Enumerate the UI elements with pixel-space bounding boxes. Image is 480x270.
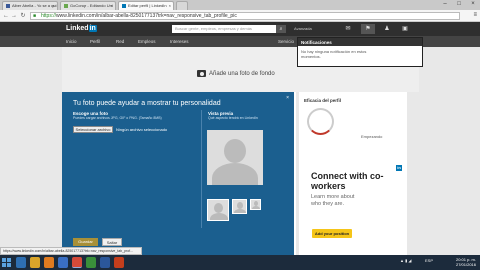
tab-label: GoConqr - Editando Uni <box>70 3 113 8</box>
camera-icon <box>197 70 206 77</box>
forward-icon[interactable]: → <box>10 12 18 20</box>
photo-modal: Tu foto puede ayudar a mostrar tu person… <box>62 92 294 257</box>
browser-tab-1[interactable]: Alber Abella - Yo se a qui × <box>2 1 58 10</box>
app-icon[interactable] <box>58 257 68 268</box>
browser-tab-2[interactable]: GoConqr - Editando Uni × <box>60 1 116 10</box>
notifications-flag-icon[interactable]: ⚑ <box>361 24 375 34</box>
save-button[interactable]: Guardar <box>73 238 98 246</box>
placeholder-head <box>237 202 243 209</box>
ad-card: in Connect with co-workers Learn more ab… <box>299 162 407 259</box>
placeholder-body <box>212 163 258 185</box>
linkedin-header: Linkedin Buscar gente, empleos, empresas… <box>0 22 480 36</box>
notifications-header: Notificaciones <box>298 38 422 46</box>
chrome-icon[interactable] <box>72 257 82 268</box>
add-cover-button[interactable]: Añade una foto de fondo <box>197 70 275 77</box>
nav-perfil[interactable]: Perfil <box>90 39 100 44</box>
url-text: www.linkedin.com/in/albar-abella-8250177… <box>56 13 237 19</box>
placeholder-body <box>252 206 260 209</box>
messages-icon[interactable]: ✉ <box>341 24 355 34</box>
placeholder-body <box>210 213 228 220</box>
new-tab-button[interactable] <box>176 1 188 10</box>
url-scheme: https:// <box>41 13 57 19</box>
language-indicator[interactable]: ESP <box>425 258 433 263</box>
minimize-icon[interactable]: – <box>438 0 452 8</box>
add-cover-label: Añade una foto de fondo <box>209 71 275 78</box>
strength-gauge <box>307 108 334 135</box>
browser-tabbar: Alber Abella - Yo se a qui × GoConqr - Ed… <box>0 0 480 10</box>
close-icon[interactable]: × <box>286 95 289 101</box>
close-window-icon[interactable]: × <box>466 0 480 8</box>
nav-intereses[interactable]: Intereses <box>170 39 189 44</box>
linkedin-icon <box>122 3 126 8</box>
back-icon[interactable]: ← <box>2 12 10 20</box>
add-connection-icon[interactable]: ♟ <box>380 24 394 34</box>
photo-preview-small <box>232 199 247 214</box>
notifications-dropdown: Notificaciones No hay ninguna notificaci… <box>297 37 423 67</box>
search-icon[interactable]: ⌕ <box>276 25 286 33</box>
address-toolbar: ← → ↻ ■ https://www.linkedin.com/in/albar… <box>0 10 480 22</box>
close-icon[interactable]: × <box>53 3 55 8</box>
placeholder-head <box>214 203 223 213</box>
taskbar: ▲ ▮ ◢ ESP 20:01 p. m. 27/01/2016 <box>0 255 480 270</box>
profile-strength-label: Eficacia del perfil <box>304 98 342 103</box>
avatar[interactable]: ▣ <box>398 24 412 34</box>
modal-title: Tu foto puede ayudar a mostrar tu person… <box>73 100 221 107</box>
lock-icon: ■ <box>33 13 37 19</box>
strength-level: Empezando <box>361 134 383 139</box>
search-input[interactable]: Buscar gente, empleos, empresas y demás <box>172 25 276 33</box>
ad-body: Learn more about who they are. <box>311 194 355 207</box>
close-icon[interactable]: × <box>169 3 171 8</box>
choose-photo-hint: Puedes cargar archivos JPG, GIF o PNG. (… <box>73 116 162 120</box>
divider <box>201 110 202 228</box>
no-file-text: Ningún archivo seleccionado <box>116 127 168 132</box>
photo-preview-tiny <box>250 199 261 210</box>
choose-file-button[interactable]: Seleccionar archivo <box>73 126 113 133</box>
linkedin-logo[interactable]: Linkedin <box>66 25 97 32</box>
media-player-icon[interactable] <box>44 257 54 268</box>
excel-icon[interactable] <box>86 257 96 268</box>
nav-empleos[interactable]: Empleos <box>138 39 156 44</box>
nav-inicio[interactable]: Inicio <box>66 39 77 44</box>
word-icon[interactable] <box>100 257 110 268</box>
placeholder-head <box>224 139 246 163</box>
tab-label: Alber Abella - Yo se a qui <box>12 3 57 8</box>
folder-icon[interactable] <box>30 257 40 268</box>
photo-preview-large <box>207 130 263 185</box>
goconqr-icon <box>64 3 68 8</box>
ad-headline: Connect with co-workers <box>311 171 384 191</box>
reload-icon[interactable]: ↻ <box>19 12 27 20</box>
nav-servicio[interactable]: Servicio <box>278 39 294 44</box>
preview-hint: Qué aspecto tendrá en LinkedIn <box>208 116 258 120</box>
add-position-button[interactable]: Add your position <box>312 229 352 238</box>
tab-label: Editar perfil | LinkedIn <box>128 3 167 8</box>
url-field[interactable]: ■ https://www.linkedin.com/in/albar-abell… <box>30 12 460 20</box>
clock[interactable]: 20:01 p. m. 27/01/2016 <box>456 257 476 267</box>
windows-start-icon[interactable] <box>2 258 11 267</box>
menu-icon[interactable]: ≡ <box>473 12 477 18</box>
maximize-icon[interactable]: □ <box>452 0 466 8</box>
clock-date: 27/01/2016 <box>455 262 476 267</box>
photo-preview-medium <box>207 199 229 221</box>
nav-red[interactable]: Red <box>116 39 124 44</box>
powerpoint-icon[interactable] <box>114 257 124 268</box>
facebook-icon <box>6 3 10 8</box>
close-icon[interactable]: × <box>111 3 113 8</box>
advanced-search-link[interactable]: Avanzada <box>294 26 312 31</box>
tray-icons[interactable]: ▲ ▮ ◢ <box>400 258 411 263</box>
browser-tab-3[interactable]: Editar perfil | LinkedIn × <box>118 1 174 10</box>
placeholder-body <box>234 209 246 213</box>
status-bar: https://www.linkedin.com/in/albar-abella… <box>0 247 142 255</box>
skip-button[interactable]: Saltar <box>102 238 122 246</box>
notifications-empty: No hay ninguna notificación en estos mom… <box>301 49 367 59</box>
ie-icon[interactable] <box>16 257 26 268</box>
profile-strength-card: Eficacia del perfil Empezando <box>299 92 407 162</box>
